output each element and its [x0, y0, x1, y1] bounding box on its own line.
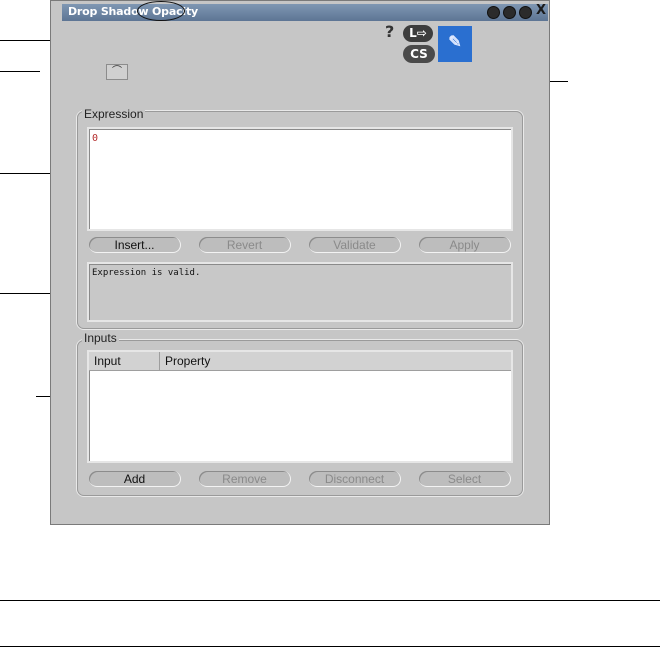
select-button[interactable]: Select	[419, 471, 511, 487]
link-button[interactable]: L⇨	[403, 25, 433, 42]
help-button[interactable]: ?	[385, 22, 394, 41]
expression-value[interactable]: 0	[92, 133, 98, 144]
status-message-box: Expression is valid.	[87, 262, 513, 322]
callout-line-icon	[0, 71, 40, 72]
pencil-icon[interactable]: ✎	[438, 26, 472, 62]
column-header-input[interactable]: Input	[89, 352, 160, 370]
revert-button[interactable]: Revert	[199, 237, 291, 253]
info-icon[interactable]	[519, 6, 532, 19]
inputs-table[interactable]: Input Property	[87, 350, 513, 463]
close-button[interactable]: X	[536, 3, 546, 18]
insert-button[interactable]: Insert...	[89, 237, 181, 253]
eye-icon[interactable]	[487, 6, 500, 19]
globe-icon[interactable]	[503, 6, 516, 19]
expression-editor[interactable]: 0	[87, 127, 513, 231]
add-button[interactable]: Add	[89, 471, 181, 487]
animation-curve-icon[interactable]: ⌒	[106, 64, 128, 80]
cs-button[interactable]: CS	[403, 45, 435, 63]
validate-button[interactable]: Validate	[309, 237, 401, 253]
page-rule-top	[0, 600, 660, 601]
apply-button[interactable]: Apply	[419, 237, 511, 253]
remove-button[interactable]: Remove	[199, 471, 291, 487]
title-highlight-oval	[137, 1, 185, 21]
disconnect-button[interactable]: Disconnect	[309, 471, 401, 487]
column-header-property[interactable]: Property	[160, 352, 511, 370]
status-message: Expression is valid.	[92, 268, 201, 278]
inputs-group-label: Inputs	[82, 331, 119, 345]
expression-group-label: Expression	[82, 107, 146, 121]
table-header: Input Property	[89, 352, 511, 371]
